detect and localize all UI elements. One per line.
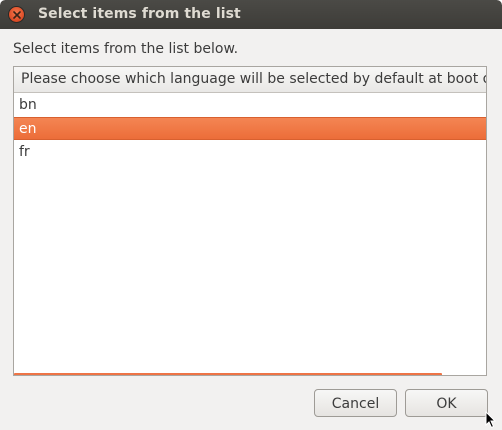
list-item-label: en [19,121,37,137]
close-button[interactable] [9,7,24,22]
list-item-label: bn [19,97,37,113]
dialog-prompt: Select items from the list below. [13,41,239,57]
cancel-button[interactable]: Cancel [314,389,397,417]
ok-button[interactable]: OK [405,389,488,417]
dialog-window: Select items from the list Select items … [0,0,502,430]
window-title: Select items from the list [38,6,241,22]
list-item-label: fr [19,144,30,160]
language-list[interactable]: Please choose which language will be sel… [13,66,487,376]
list-item-bn[interactable]: bn [14,94,486,117]
column-header-label: Please choose which language will be sel… [21,71,486,87]
titlebar[interactable]: Select items from the list [0,0,502,29]
close-icon [12,10,21,19]
list-item-fr[interactable]: fr [14,141,486,164]
column-header[interactable]: Please choose which language will be sel… [14,67,486,93]
list-item-en[interactable]: en [14,117,486,140]
horizontal-scrollbar[interactable] [14,373,442,375]
mouse-cursor-icon [485,411,497,429]
